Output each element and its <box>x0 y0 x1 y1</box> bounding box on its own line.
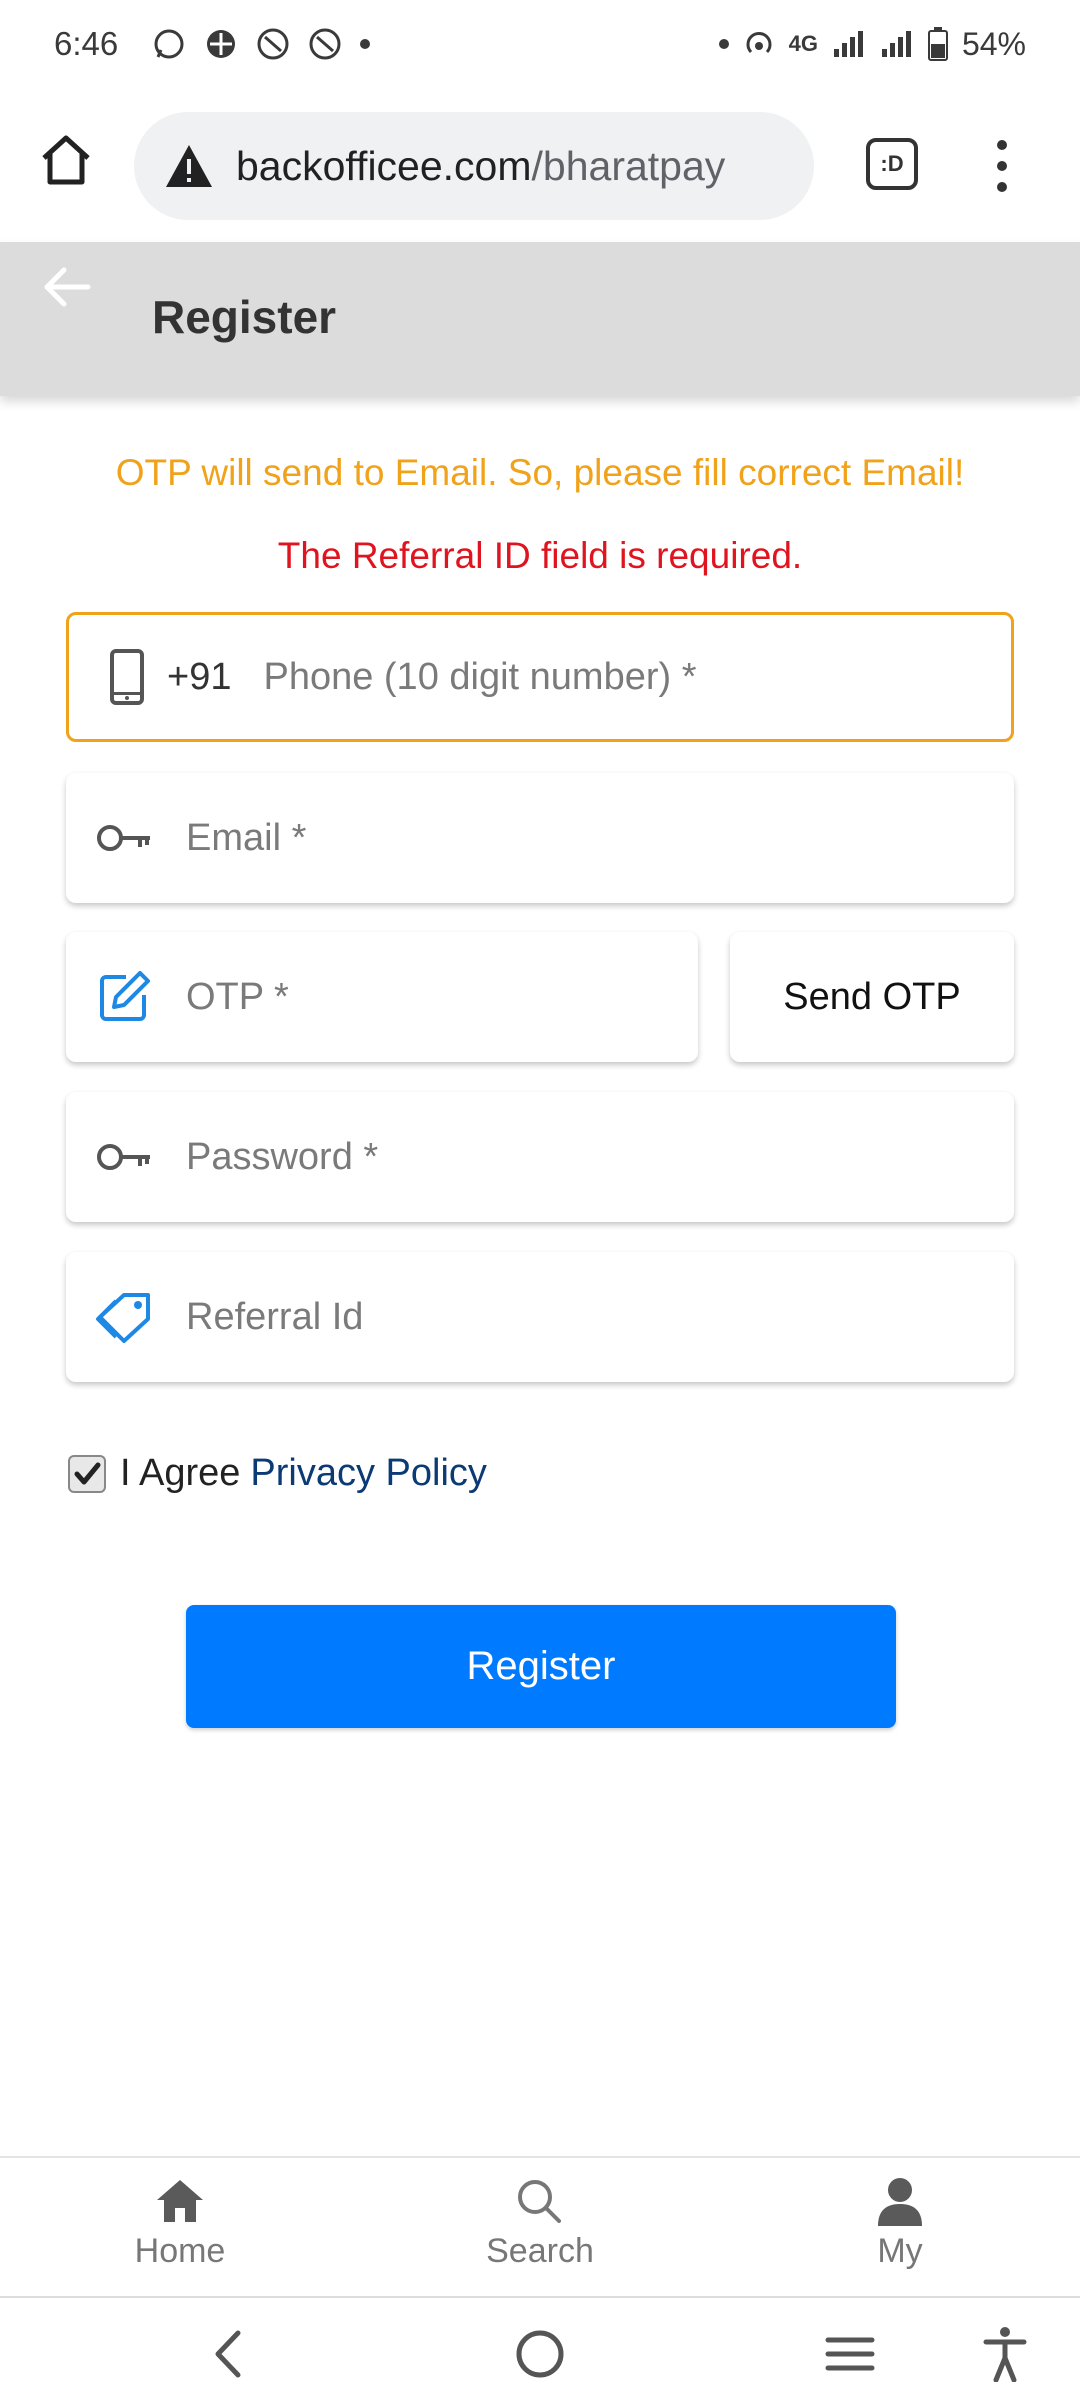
nav-item-my[interactable]: My <box>720 2158 1080 2294</box>
otp-field[interactable] <box>66 932 698 1062</box>
otp-warning-message: OTP will send to Email. So, please fill … <box>115 452 965 493</box>
key-icon <box>94 1127 154 1187</box>
privacy-policy-link[interactable]: Privacy Policy <box>250 1452 487 1495</box>
agree-label: I Agree <box>120 1452 241 1494</box>
agree-checkbox[interactable] <box>68 1454 106 1493</box>
referral-error-message: The Referral ID field is required. <box>277 535 803 576</box>
tags-icon <box>94 1287 154 1347</box>
status-bar: 6:46 4G 54% <box>0 0 1080 88</box>
otp-input[interactable] <box>186 932 698 1062</box>
app-notification-icon <box>204 27 238 61</box>
referral-input[interactable] <box>186 1252 1014 1382</box>
browser-home-icon[interactable] <box>36 130 96 190</box>
warning-icon <box>164 143 214 189</box>
status-dot <box>718 39 729 49</box>
browser-menu-icon[interactable] <box>990 140 1014 192</box>
user-icon <box>878 2178 922 2226</box>
more-notifications-dot <box>360 39 371 49</box>
app-notification-icon <box>308 27 342 61</box>
battery-icon <box>927 27 948 61</box>
browser-toolbar: backofficee.com/bharatpay :D <box>0 100 1080 230</box>
system-back-icon[interactable] <box>198 2326 258 2382</box>
whatsapp-icon <box>152 27 186 61</box>
url-path: /bharatpay <box>531 142 726 189</box>
page-title: Register <box>152 291 337 343</box>
privacy-agreement: I Agree Privacy Policy <box>68 1452 487 1495</box>
system-status-icons: 4G 54% <box>718 25 1026 63</box>
system-home-icon[interactable] <box>510 2326 570 2382</box>
notification-icons <box>152 27 371 61</box>
phone-input[interactable] <box>263 615 1011 739</box>
app-notification-icon <box>256 27 290 61</box>
nav-label-search: Search <box>486 2232 594 2270</box>
accessibility-icon[interactable] <box>975 2326 1035 2382</box>
system-recents-icon[interactable] <box>820 2326 880 2382</box>
url-host: backofficee.com <box>236 142 532 189</box>
tab-switcher-button[interactable]: :D <box>866 138 918 190</box>
battery-level: 54% <box>961 25 1026 62</box>
nav-item-search[interactable]: Search <box>360 2158 720 2294</box>
system-navigation-bar <box>0 2296 1080 2408</box>
phone-country-code: +91 <box>167 655 232 698</box>
network-type: 4G <box>788 31 818 56</box>
referral-field[interactable] <box>66 1252 1014 1382</box>
phone-icon <box>107 647 147 707</box>
password-input[interactable] <box>186 1092 1014 1222</box>
edit-icon <box>94 967 154 1027</box>
hotspot-icon <box>743 28 775 60</box>
nav-label-home: Home <box>134 2232 226 2270</box>
url-text: backofficee.com/bharatpay <box>236 143 725 190</box>
phone-field[interactable]: +91 <box>66 612 1014 742</box>
key-icon <box>94 808 154 868</box>
nav-label-my: My <box>877 2232 923 2270</box>
search-icon <box>518 2180 561 2223</box>
signal-icon <box>832 29 866 59</box>
send-otp-button[interactable]: Send OTP <box>730 932 1014 1062</box>
signal-icon <box>880 29 914 59</box>
email-input[interactable] <box>186 773 1014 903</box>
status-time: 6:46 <box>54 25 119 62</box>
back-arrow-icon[interactable] <box>40 262 94 312</box>
register-button[interactable]: Register <box>186 1605 896 1728</box>
email-field[interactable] <box>66 773 1014 903</box>
app-header: Register <box>0 242 1080 396</box>
nav-item-home[interactable]: Home <box>0 2158 360 2294</box>
password-field[interactable] <box>66 1092 1014 1222</box>
home-icon <box>157 2180 203 2222</box>
address-bar[interactable]: backofficee.com/bharatpay <box>134 112 814 220</box>
bottom-navigation: Home Search My <box>0 2156 1080 2294</box>
